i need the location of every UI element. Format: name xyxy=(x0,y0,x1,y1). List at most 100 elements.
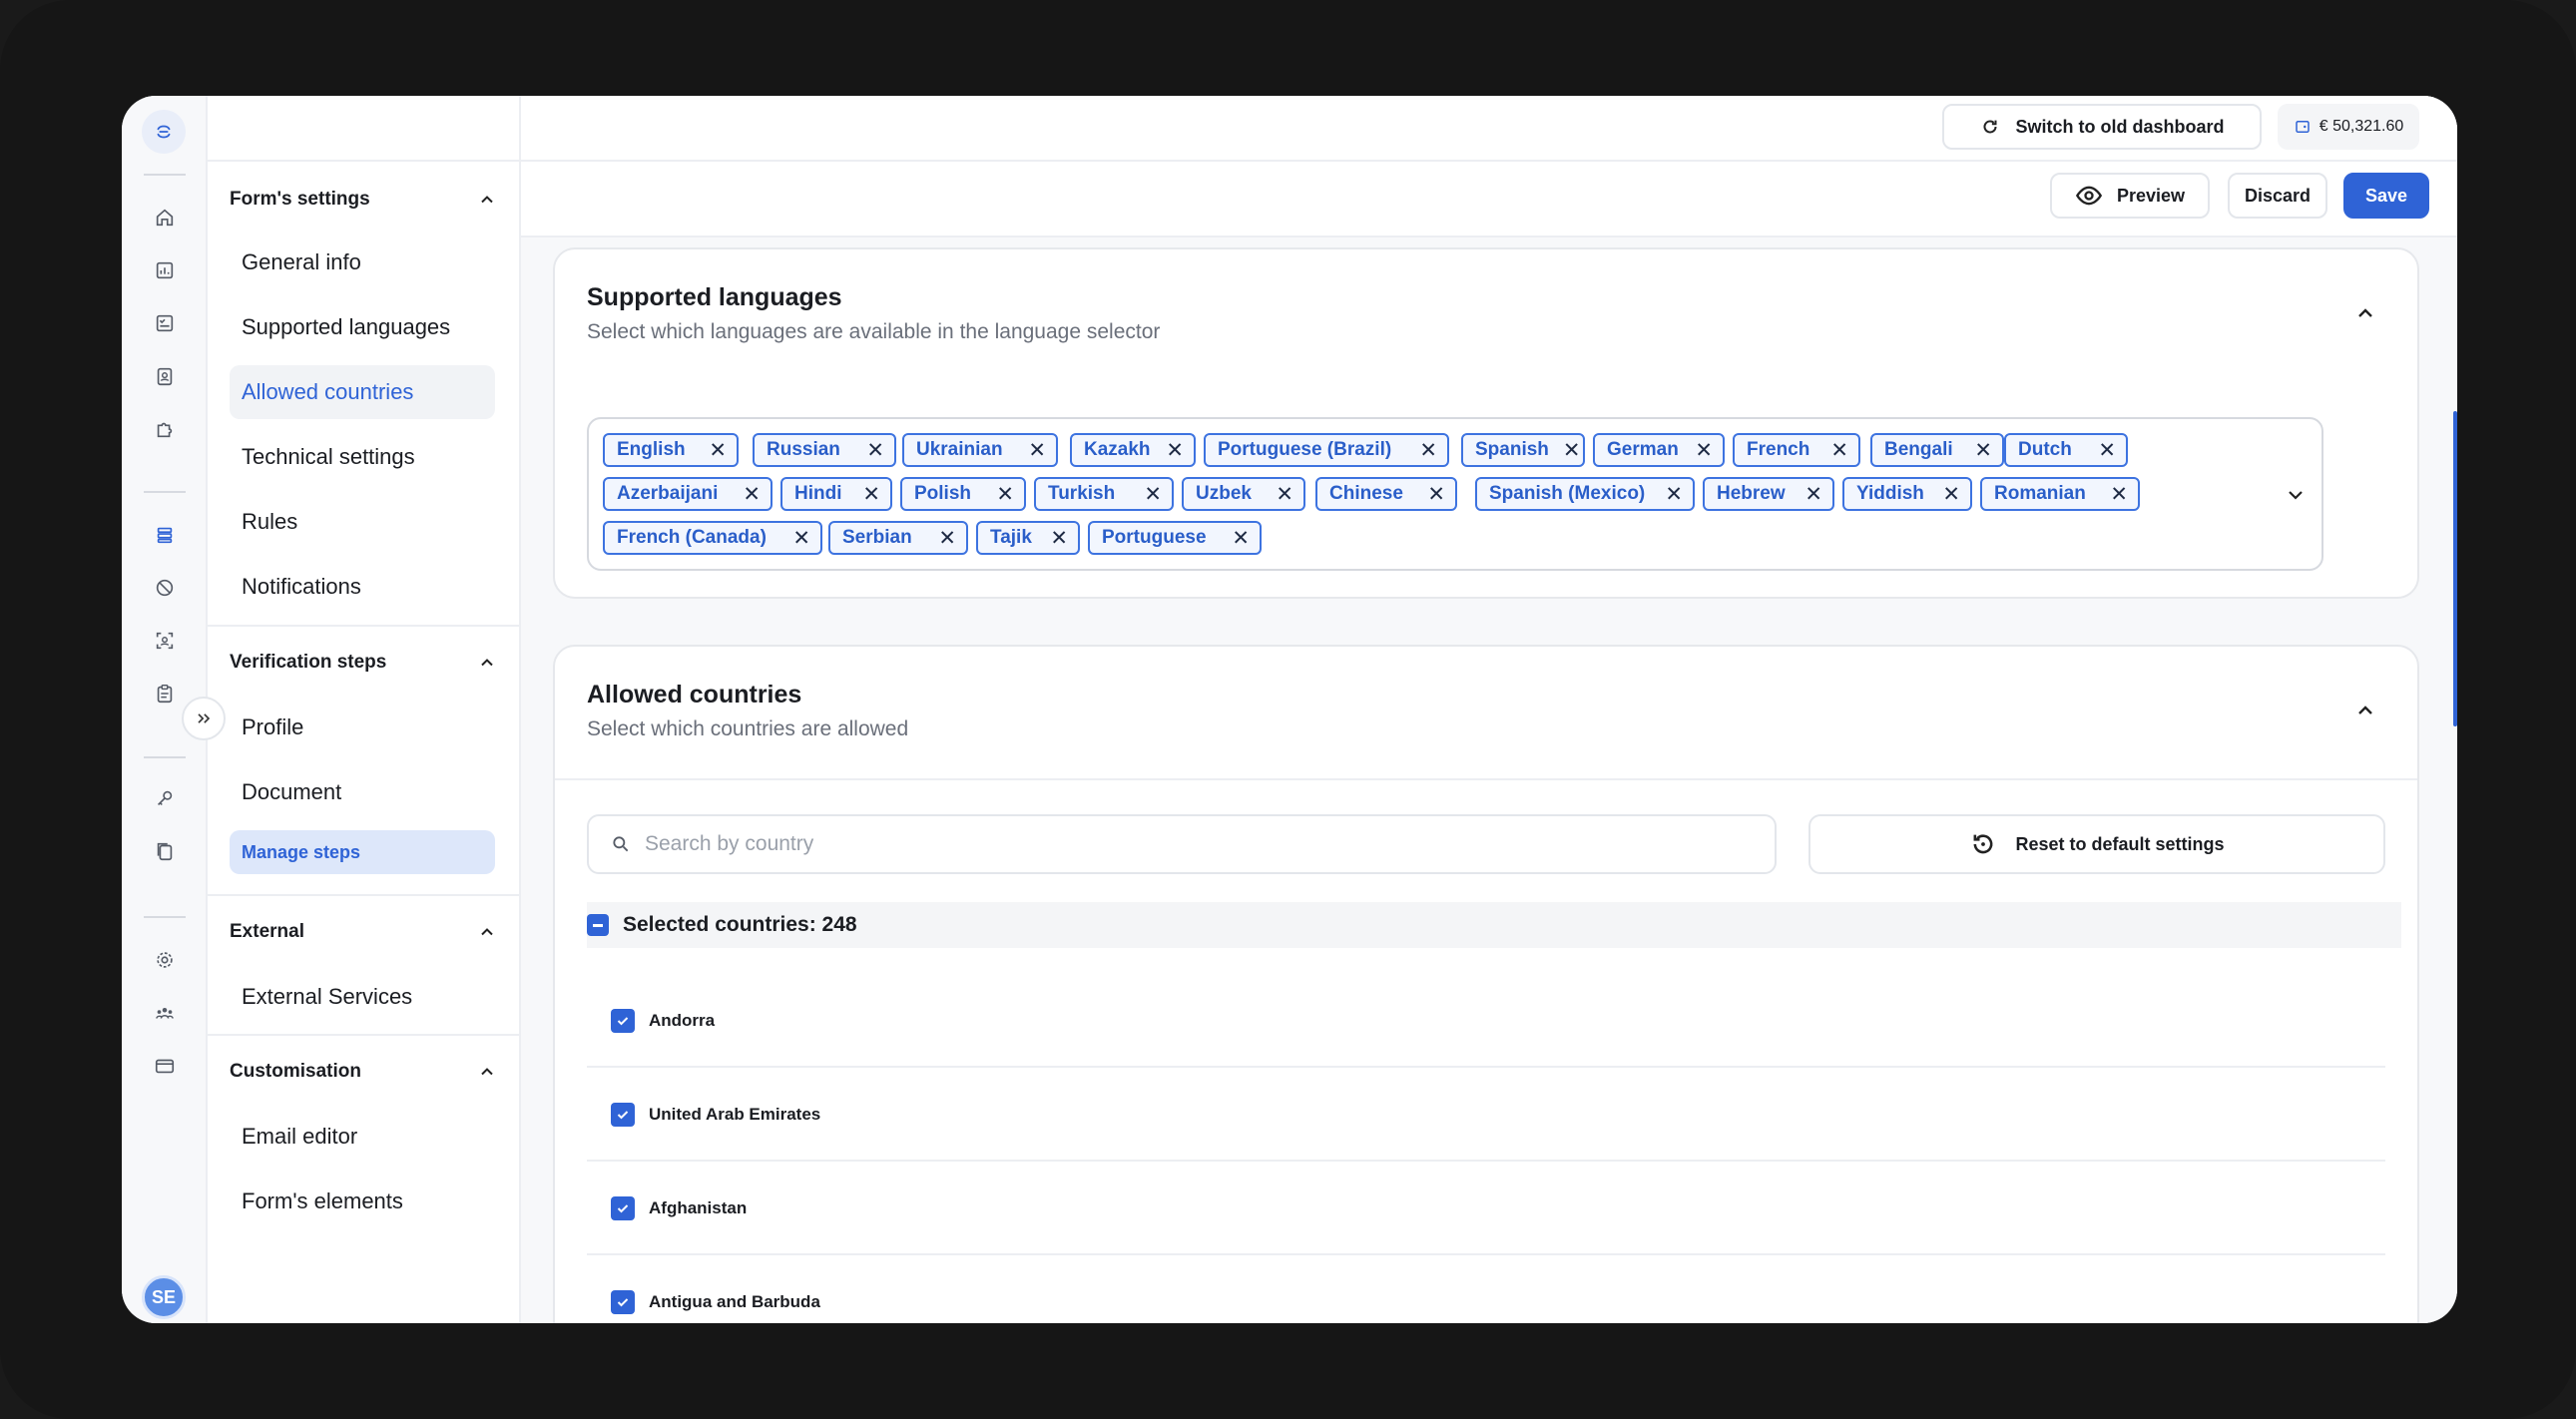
nav-general-info[interactable]: General info xyxy=(230,236,495,289)
nav-email-editor[interactable]: Email editor xyxy=(230,1110,495,1164)
language-tag-label: Spanish (Mexico) xyxy=(1489,483,1646,504)
block-icon[interactable] xyxy=(151,574,179,602)
group-forms-settings[interactable]: Form's settings xyxy=(230,178,497,222)
nav-profile[interactable]: Profile xyxy=(230,701,495,754)
nav-rules[interactable]: Rules xyxy=(230,495,495,549)
remove-tag-icon[interactable]: ✕ xyxy=(1144,482,1162,507)
logo-icon[interactable] xyxy=(142,110,186,154)
stack-icon[interactable] xyxy=(151,521,179,549)
remove-tag-icon[interactable]: ✕ xyxy=(1974,438,1992,463)
nav-external-services[interactable]: External Services xyxy=(230,970,495,1024)
reset-icon xyxy=(1974,834,1993,854)
group-external[interactable]: External xyxy=(230,910,497,954)
gear-icon[interactable] xyxy=(151,946,179,974)
language-tag: Ukrainian ✕ xyxy=(902,433,1058,467)
save-button[interactable]: Save xyxy=(2343,173,2429,219)
remove-tag-icon[interactable]: ✕ xyxy=(1166,438,1184,463)
country-row[interactable]: Afghanistan xyxy=(587,1164,2385,1255)
nav-technical-settings[interactable]: Technical settings xyxy=(230,430,495,484)
select-all-checkbox[interactable] xyxy=(587,914,609,936)
preview-button[interactable]: Preview xyxy=(2050,173,2210,219)
language-tag-label: Ukrainian xyxy=(916,439,1003,460)
remove-tag-icon[interactable]: ✕ xyxy=(1804,482,1822,507)
remove-tag-icon[interactable]: ✕ xyxy=(866,438,884,463)
country-checkbox[interactable] xyxy=(611,1290,635,1314)
country-checkbox[interactable] xyxy=(611,1009,635,1033)
language-tag: Tajik ✕ xyxy=(976,521,1080,555)
avatar[interactable]: SE xyxy=(142,1275,186,1319)
language-tag-label: Dutch xyxy=(2018,439,2072,460)
nav-manage-steps[interactable]: Manage steps xyxy=(230,830,495,874)
country-row[interactable]: Andorra xyxy=(587,976,2385,1068)
discard-button[interactable]: Discard xyxy=(2228,173,2327,219)
remove-tag-icon[interactable]: ✕ xyxy=(996,482,1014,507)
clipboard-icon[interactable] xyxy=(151,680,179,708)
nav-allowed-countries[interactable]: Allowed countries xyxy=(230,365,495,419)
language-tag-label: Kazakh xyxy=(1084,439,1151,460)
country-row[interactable]: Antigua and Barbuda xyxy=(587,1257,2385,1323)
icon-rail: SE xyxy=(122,96,226,1323)
main-content: Switch to old dashboard € 50,321.60 Prev… xyxy=(521,96,2457,1323)
remove-tag-icon[interactable]: ✕ xyxy=(2110,482,2128,507)
checklist-icon[interactable] xyxy=(151,309,179,337)
remove-tag-icon[interactable]: ✕ xyxy=(1830,438,1848,463)
chevron-up-icon[interactable] xyxy=(2353,699,2377,722)
group-title: Customisation xyxy=(230,1061,361,1082)
documents-icon[interactable] xyxy=(151,837,179,865)
country-name: Antigua and Barbuda xyxy=(649,1292,820,1311)
group-customisation[interactable]: Customisation xyxy=(230,1050,497,1094)
expand-sidebar-button[interactable] xyxy=(182,697,226,740)
remove-tag-icon[interactable]: ✕ xyxy=(1695,438,1713,463)
remove-tag-icon[interactable]: ✕ xyxy=(1563,438,1581,463)
language-tag-label: Polish xyxy=(914,483,972,504)
chevron-down-icon[interactable] xyxy=(2284,483,2308,507)
language-multiselect[interactable]: English ✕ Russian ✕ Ukrainian ✕ Kazakh ✕ Portugu… xyxy=(587,417,2323,571)
switch-dashboard-button[interactable]: Switch to old dashboard xyxy=(1942,104,2262,150)
remove-tag-icon[interactable]: ✕ xyxy=(1050,526,1068,551)
remove-tag-icon[interactable]: ✕ xyxy=(1419,438,1437,463)
id-card-icon[interactable] xyxy=(151,362,179,390)
card-icon[interactable] xyxy=(151,1052,179,1080)
language-tag: Azerbaijani ✕ xyxy=(603,477,773,511)
language-tag: Russian ✕ xyxy=(753,433,896,467)
remove-tag-icon[interactable]: ✕ xyxy=(1665,482,1683,507)
home-icon[interactable] xyxy=(151,204,179,232)
language-tag-label: Tajik xyxy=(990,527,1032,548)
switch-dashboard-label: Switch to old dashboard xyxy=(2015,116,2225,137)
nav-document[interactable]: Document xyxy=(230,765,495,819)
remove-tag-icon[interactable]: ✕ xyxy=(1427,482,1445,507)
puzzle-icon[interactable] xyxy=(151,415,179,443)
nav-supported-languages[interactable]: Supported languages xyxy=(230,300,495,354)
remove-tag-icon[interactable]: ✕ xyxy=(862,482,880,507)
remove-tag-icon[interactable]: ✕ xyxy=(1232,526,1250,551)
nav-forms-elements[interactable]: Form's elements xyxy=(230,1175,495,1228)
language-tag: Kazakh ✕ xyxy=(1070,433,1196,467)
page-scrollbar[interactable] xyxy=(2453,411,2457,726)
wallet-icon xyxy=(2295,121,2310,133)
key-icon[interactable] xyxy=(151,784,179,812)
remove-tag-icon[interactable]: ✕ xyxy=(1028,438,1046,463)
remove-tag-icon[interactable]: ✕ xyxy=(743,482,761,507)
reset-defaults-button[interactable]: Reset to default settings xyxy=(1808,814,2385,874)
country-search-input[interactable]: Search by country xyxy=(587,814,1777,874)
country-checkbox[interactable] xyxy=(611,1196,635,1220)
rail-divider xyxy=(144,756,186,758)
remove-tag-icon[interactable]: ✕ xyxy=(1276,482,1293,507)
remove-tag-icon[interactable]: ✕ xyxy=(792,526,810,551)
group-title: Form's settings xyxy=(230,189,370,210)
remove-tag-icon[interactable]: ✕ xyxy=(2098,438,2116,463)
remove-tag-icon[interactable]: ✕ xyxy=(1942,482,1960,507)
team-icon[interactable] xyxy=(151,999,179,1027)
chevron-up-icon[interactable] xyxy=(2353,301,2377,325)
remove-tag-icon[interactable]: ✕ xyxy=(938,526,956,551)
country-row[interactable]: United Arab Emirates xyxy=(587,1070,2385,1162)
group-verification-steps[interactable]: Verification steps xyxy=(230,641,497,685)
remove-tag-icon[interactable]: ✕ xyxy=(709,438,727,463)
chart-icon[interactable] xyxy=(151,256,179,284)
face-scan-icon[interactable] xyxy=(151,627,179,655)
app-screen: SE Form's settings General info Supporte… xyxy=(122,96,2457,1323)
nav-notifications[interactable]: Notifications xyxy=(230,560,495,614)
country-checkbox[interactable] xyxy=(611,1103,635,1127)
balance-badge[interactable]: € 50,321.60 xyxy=(2278,104,2419,150)
language-tag-label: French (Canada) xyxy=(617,527,767,548)
